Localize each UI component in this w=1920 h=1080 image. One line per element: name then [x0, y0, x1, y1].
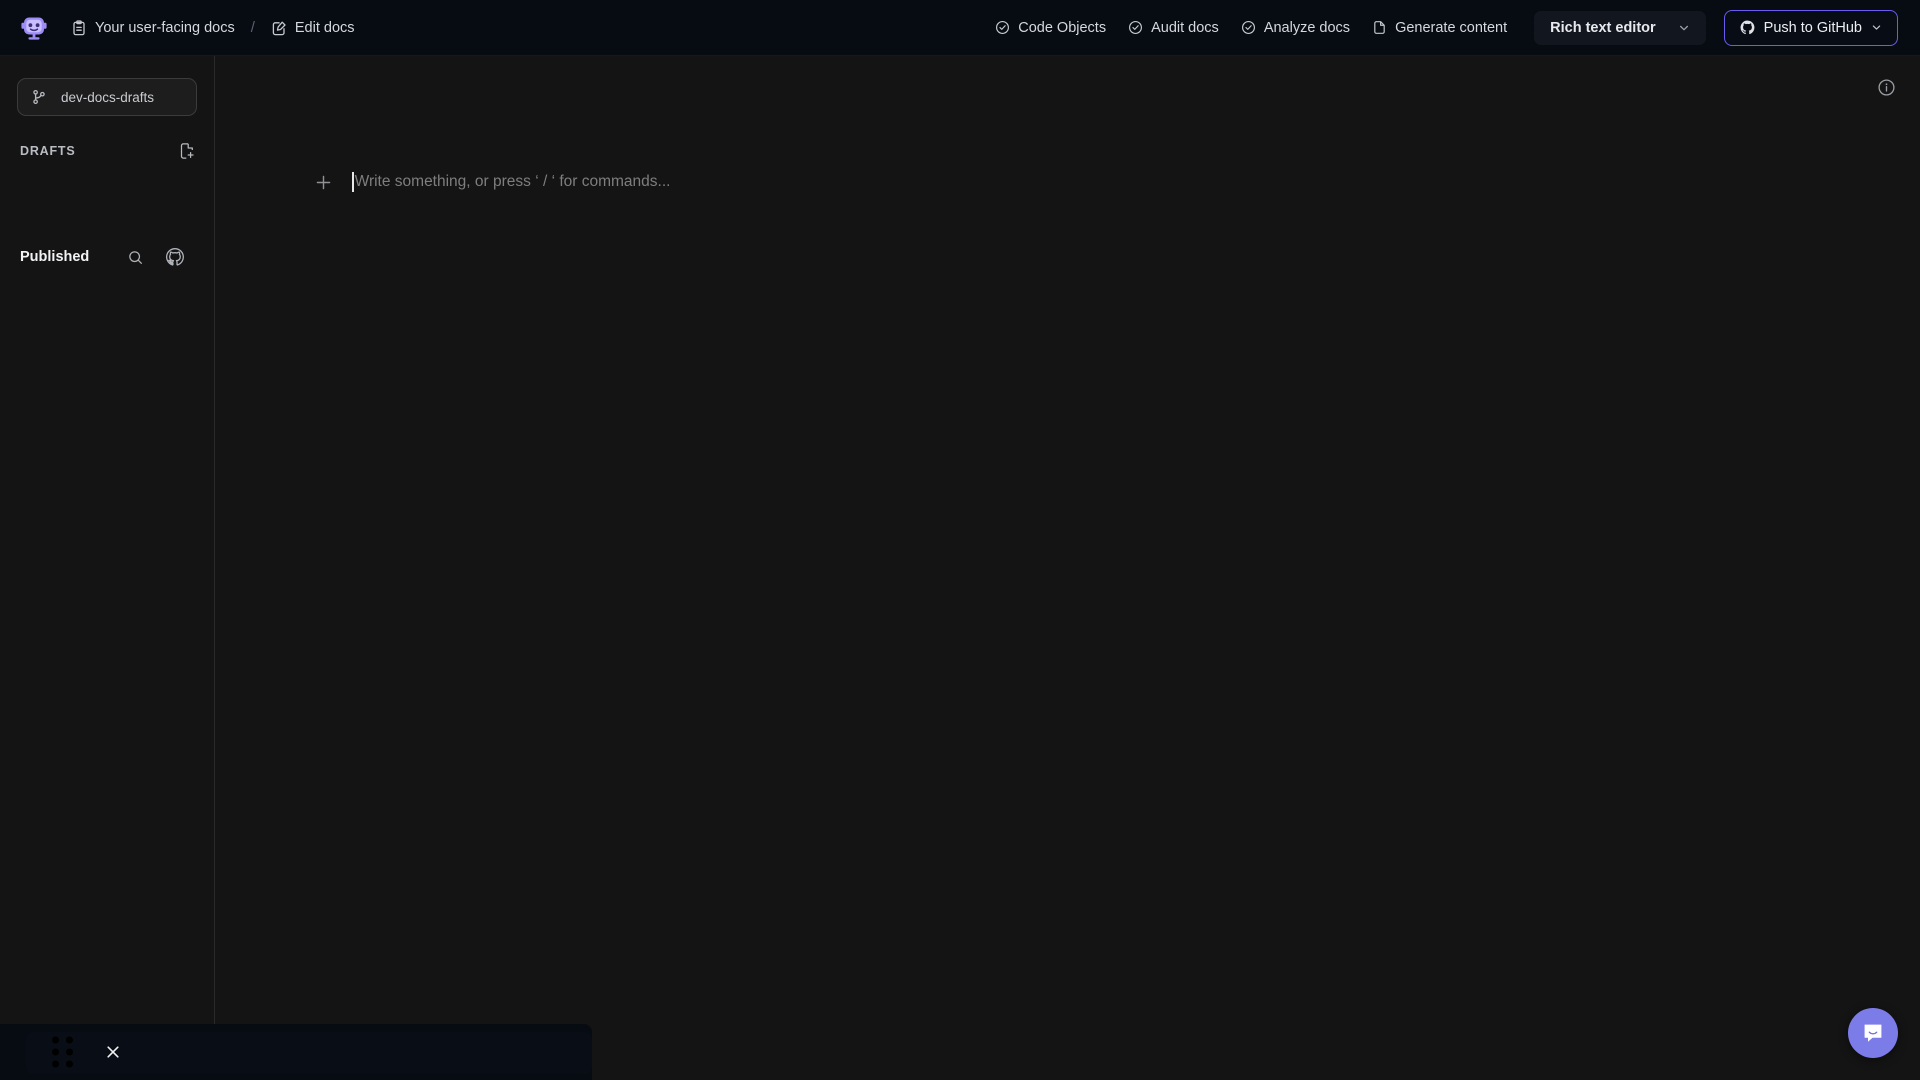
- github-icon: [166, 248, 184, 266]
- action-label: Generate content: [1395, 20, 1507, 36]
- check-circle-icon: [995, 20, 1010, 35]
- search-icon: [127, 249, 144, 266]
- sidebar: dev-docs-drafts DRAFTS Published: [0, 56, 215, 1080]
- push-to-github-label: Push to GitHub: [1764, 20, 1862, 36]
- edit-document-icon: [271, 20, 287, 36]
- editor-mode-selector[interactable]: Rich text editor: [1534, 11, 1706, 45]
- drafts-section-header: DRAFTS: [20, 142, 196, 160]
- new-draft-button[interactable]: [178, 142, 196, 160]
- action-analyze-docs[interactable]: Analyze docs: [1230, 13, 1361, 43]
- published-actions: [127, 248, 184, 266]
- chevron-down-icon: [1678, 22, 1690, 34]
- plus-icon: [314, 173, 333, 192]
- check-circle-icon: [1128, 20, 1143, 35]
- action-label: Analyze docs: [1264, 20, 1350, 36]
- add-block-button[interactable]: [310, 169, 336, 195]
- clipboard-icon: [71, 20, 87, 36]
- push-to-github-button[interactable]: Push to GitHub: [1724, 10, 1898, 46]
- bottom-overlay-bar: [0, 1024, 592, 1080]
- app-root: Your user-facing docs / Edit docs Code O…: [0, 0, 1920, 1080]
- header-actions: Code Objects Audit docs Analyze docs: [984, 10, 1920, 46]
- chat-bubble-icon: [1860, 1020, 1886, 1046]
- drag-dots-icon[interactable]: [52, 1037, 73, 1068]
- info-button[interactable]: [1877, 78, 1896, 97]
- app-logo[interactable]: [17, 11, 51, 45]
- robot-logo-icon: [20, 14, 48, 42]
- breadcrumb-separator: /: [251, 19, 255, 36]
- action-code-objects[interactable]: Code Objects: [984, 13, 1117, 43]
- action-generate-content[interactable]: Generate content: [1361, 13, 1518, 43]
- published-section-header: Published: [0, 248, 196, 266]
- check-circle-icon: [1241, 20, 1256, 35]
- document-icon: [1372, 20, 1387, 35]
- drafts-title: DRAFTS: [20, 144, 76, 158]
- branch-name-label: dev-docs-drafts: [61, 90, 154, 105]
- breadcrumb-label: Your user-facing docs: [95, 20, 235, 36]
- chat-widget-button[interactable]: [1848, 1008, 1898, 1058]
- breadcrumb-label: Edit docs: [295, 20, 355, 36]
- github-published-button[interactable]: [166, 248, 184, 266]
- search-published-button[interactable]: [127, 249, 144, 266]
- chevron-down-icon: [1871, 22, 1882, 33]
- git-branch-icon: [31, 89, 47, 105]
- close-x-icon: [104, 1043, 122, 1061]
- breadcrumb-item-docs[interactable]: Your user-facing docs: [69, 16, 237, 40]
- action-label: Code Objects: [1018, 20, 1106, 36]
- editor-mode-label: Rich text editor: [1550, 20, 1656, 36]
- branch-selector[interactable]: dev-docs-drafts: [17, 78, 197, 116]
- github-icon: [1740, 20, 1755, 35]
- file-plus-icon: [178, 142, 196, 160]
- breadcrumb-item-edit-docs[interactable]: Edit docs: [269, 16, 357, 40]
- editor-first-block[interactable]: Write something, or press ‘ / ‘ for comm…: [310, 169, 670, 195]
- breadcrumb: Your user-facing docs / Edit docs: [69, 16, 357, 40]
- editor-main-area: Write something, or press ‘ / ‘ for comm…: [216, 56, 1920, 1080]
- editor-placeholder: Write something, or press ‘ / ‘ for comm…: [355, 173, 671, 191]
- close-overlay-button[interactable]: [104, 1043, 122, 1061]
- action-label: Audit docs: [1151, 20, 1219, 36]
- top-header-bar: Your user-facing docs / Edit docs Code O…: [0, 0, 1920, 56]
- published-title: Published: [20, 249, 89, 265]
- action-audit-docs[interactable]: Audit docs: [1117, 13, 1230, 43]
- text-caret: [352, 172, 354, 192]
- info-circle-icon: [1877, 78, 1896, 97]
